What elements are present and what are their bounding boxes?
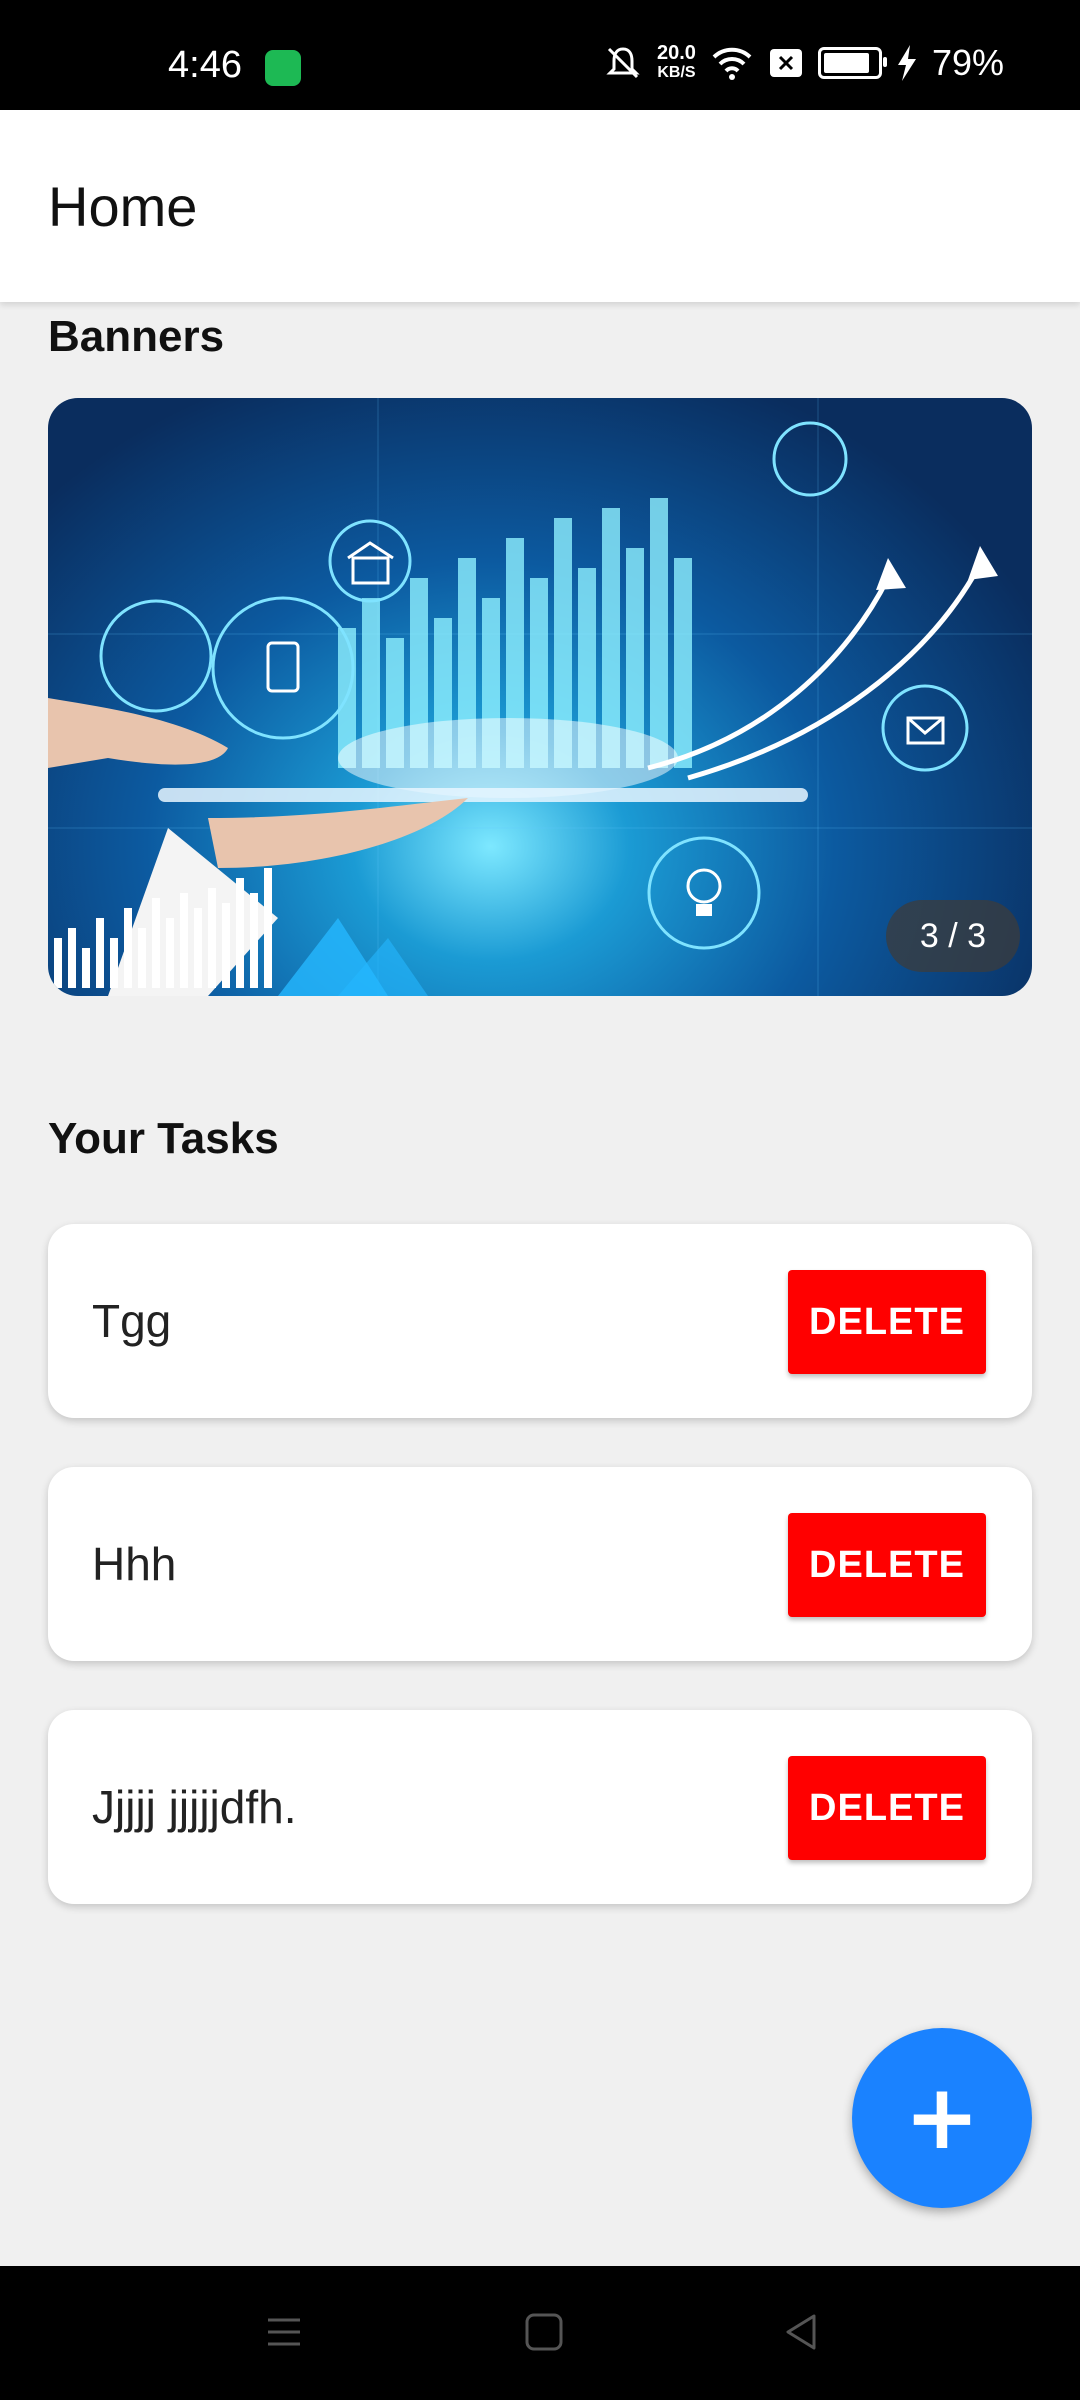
task-card: Hhh DELETE [48,1467,1032,1661]
banners-heading: Banners [48,312,225,361]
network-speed: 20.0 KB/S [657,43,696,83]
app-bar: Home [0,110,1080,302]
mute-icon [606,47,640,79]
banner-page-indicator: 3 / 3 [886,900,1020,972]
speed-value: 20.0 [657,42,696,64]
sim-x-icon [769,49,802,77]
banner-carousel[interactable]: 3 / 3 [48,398,1032,996]
page-title: Home [48,175,198,238]
delete-button[interactable]: DELETE [788,1270,986,1374]
delete-button[interactable]: DELETE [788,1513,986,1617]
status-time: 4:46 [168,44,242,86]
menu-icon[interactable] [262,2310,306,2354]
status-icons: 20.0 KB/S 79% [603,42,1004,84]
system-nav-bar [0,2266,1080,2400]
app-notification-icon [265,50,301,86]
home-icon[interactable] [522,2310,566,2354]
tasks-heading: Your Tasks [48,1114,279,1163]
plus-icon: + [904,2065,980,2170]
charging-icon [897,45,916,81]
speed-unit: KB/S [657,64,696,81]
task-card: Jjjjj jjjjjdfh. DELETE [48,1710,1032,1904]
task-text: Hhh [92,1538,177,1590]
task-card: Tgg DELETE [48,1224,1032,1418]
battery-percent: 79% [931,42,1004,83]
delete-button[interactable]: DELETE [788,1756,986,1860]
banner-image [48,398,1032,996]
wifi-icon [712,47,752,80]
task-text: Jjjjj jjjjjdfh. [92,1781,297,1833]
task-text: Tgg [92,1295,172,1347]
status-bar: 4:46 20.0 KB/S 79% [0,0,1080,110]
battery-icon [817,47,887,79]
add-task-button[interactable]: + [852,2028,1032,2208]
back-icon[interactable] [780,2310,824,2354]
